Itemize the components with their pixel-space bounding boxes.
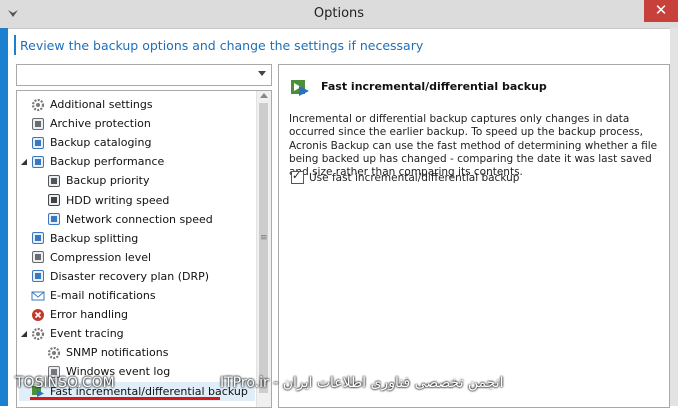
page-header: Review the backup options and change the… [20,38,424,53]
fast-backup-checkbox-row[interactable]: Use fast incremental/differential backup [291,169,519,184]
tree-item[interactable]: ◢ Event tracing [19,324,255,343]
priority-icon [47,174,61,188]
tree-item[interactable]: Backup splitting [19,229,255,248]
chevron-down-icon[interactable] [258,71,266,76]
fast-backup-checkbox-label[interactable]: Use fast incremental/differential backup [309,172,519,184]
close-icon: ✕ [654,1,668,19]
fast-backup-checkbox[interactable] [291,169,304,184]
hdd-icon [47,193,61,207]
close-button[interactable]: ✕ [644,0,678,22]
watermark-left: TOSINSO.COM [15,375,115,391]
tree-item[interactable]: Error handling [19,305,255,324]
tree-item-label: Error handling [50,308,129,322]
options-tree[interactable]: Additional settings Archive protection Bac… [16,90,272,408]
archive-protection-icon [31,117,45,131]
tree-item[interactable]: Backup priority [35,171,255,190]
performance-icon [31,155,45,169]
watermark-right: ITPro.ir - انجمن تخصصی فناوری اطلاعات ای… [220,375,504,391]
catalog-icon [31,136,45,150]
gear-icon [31,98,45,112]
tree-item[interactable]: Archive protection [19,114,255,133]
tree-item-label: Network connection speed [66,212,213,226]
tree-item[interactable]: Compression level [19,248,255,267]
event-tracing-icon [31,327,45,341]
panel-title: Fast incremental/differential backup [321,80,547,93]
tree-item-label: Archive protection [50,117,151,131]
snmp-icon [47,346,61,360]
tree-item[interactable]: Network connection speed [35,210,255,229]
window-frame-right [670,28,678,406]
tree-item[interactable]: Disaster recovery plan (DRP) [19,267,255,286]
tree-item-label: Backup cataloging [50,136,152,150]
tree-item[interactable]: SNMP notifications [35,343,255,362]
tree-item-label: SNMP notifications [66,346,169,360]
tree-item[interactable]: Backup cataloging [19,133,255,152]
expand-arrow-icon[interactable]: ◢ [19,157,29,166]
panel-description: Incremental or differential backup captu… [289,113,658,179]
title-bar: Options ✕ [0,0,678,29]
tree-item-label: E-mail notifications [50,289,156,302]
scroll-thumb[interactable] [259,103,268,393]
tree-item[interactable]: E-mail notifications [19,286,255,305]
tree-item-label: Backup performance [50,155,165,169]
tree-item-label: Backup priority [66,174,150,188]
tree-item[interactable]: ◢ Backup performance [19,152,255,171]
drp-icon [31,269,45,283]
tree-scrollbar[interactable]: ≡ [256,91,271,407]
tree-item-label: HDD writing speed [66,193,170,207]
tree-item-label: Compression level [50,250,152,264]
compression-icon [31,250,45,264]
fast-backup-icon [291,80,309,96]
tree-item[interactable]: Additional settings [19,95,255,114]
window-frame-left [0,28,8,406]
scroll-grip-icon: ≡ [260,233,268,243]
splitting-icon [31,231,45,245]
tree-item[interactable]: HDD writing speed [35,191,255,210]
network-icon [47,212,61,226]
expand-arrow-icon[interactable]: ◢ [19,329,29,338]
option-details-panel: Fast incremental/differential backup Inc… [278,64,670,408]
window-title: Options [313,6,365,21]
tree-item-label: Disaster recovery plan (DRP) [50,269,210,283]
error-icon [31,308,45,322]
tree-item-label: Additional settings [50,98,153,111]
highlight-underline [30,397,220,400]
tree-item-label: Event tracing [50,327,124,341]
options-filter-combo[interactable] [16,64,272,86]
email-icon [31,289,45,303]
tree-item-label: Backup splitting [50,231,139,245]
scroll-up-icon[interactable] [260,93,268,98]
header-accent [14,35,16,55]
